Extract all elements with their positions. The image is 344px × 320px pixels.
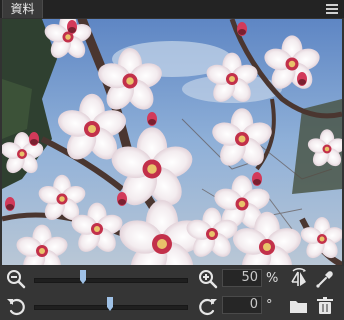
rotate-right-icon[interactable] — [197, 295, 219, 317]
rotation-value-input[interactable] — [222, 296, 262, 314]
preview-controls: % ° — [0, 266, 344, 320]
hamburger-menu-icon[interactable] — [326, 2, 338, 16]
rotate-left-icon[interactable] — [5, 295, 27, 317]
rotation-unit-label: ° — [266, 298, 273, 313]
zoom-unit-label: % — [266, 271, 279, 286]
zoom-in-icon[interactable] — [197, 268, 219, 290]
rotation-row: ° — [0, 293, 344, 320]
flip-horizontal-icon[interactable] — [288, 268, 310, 290]
tab-reference[interactable]: 資料 — [2, 0, 43, 18]
image-preview[interactable] — [2, 19, 342, 265]
zoom-slider-thumb[interactable] — [79, 270, 86, 284]
zoom-slider-track[interactable] — [34, 278, 188, 283]
zoom-value-input[interactable] — [222, 269, 262, 287]
zoom-out-icon[interactable] — [5, 268, 27, 290]
panel-titlebar: 資料 — [0, 0, 344, 18]
rotation-slider-thumb[interactable] — [107, 297, 113, 311]
trash-icon[interactable] — [314, 295, 336, 317]
folder-icon[interactable] — [288, 295, 310, 317]
zoom-row: % — [0, 266, 344, 293]
reference-panel: 資料 50 % 0 ° — [0, 0, 344, 320]
eyedropper-icon[interactable] — [314, 268, 336, 290]
